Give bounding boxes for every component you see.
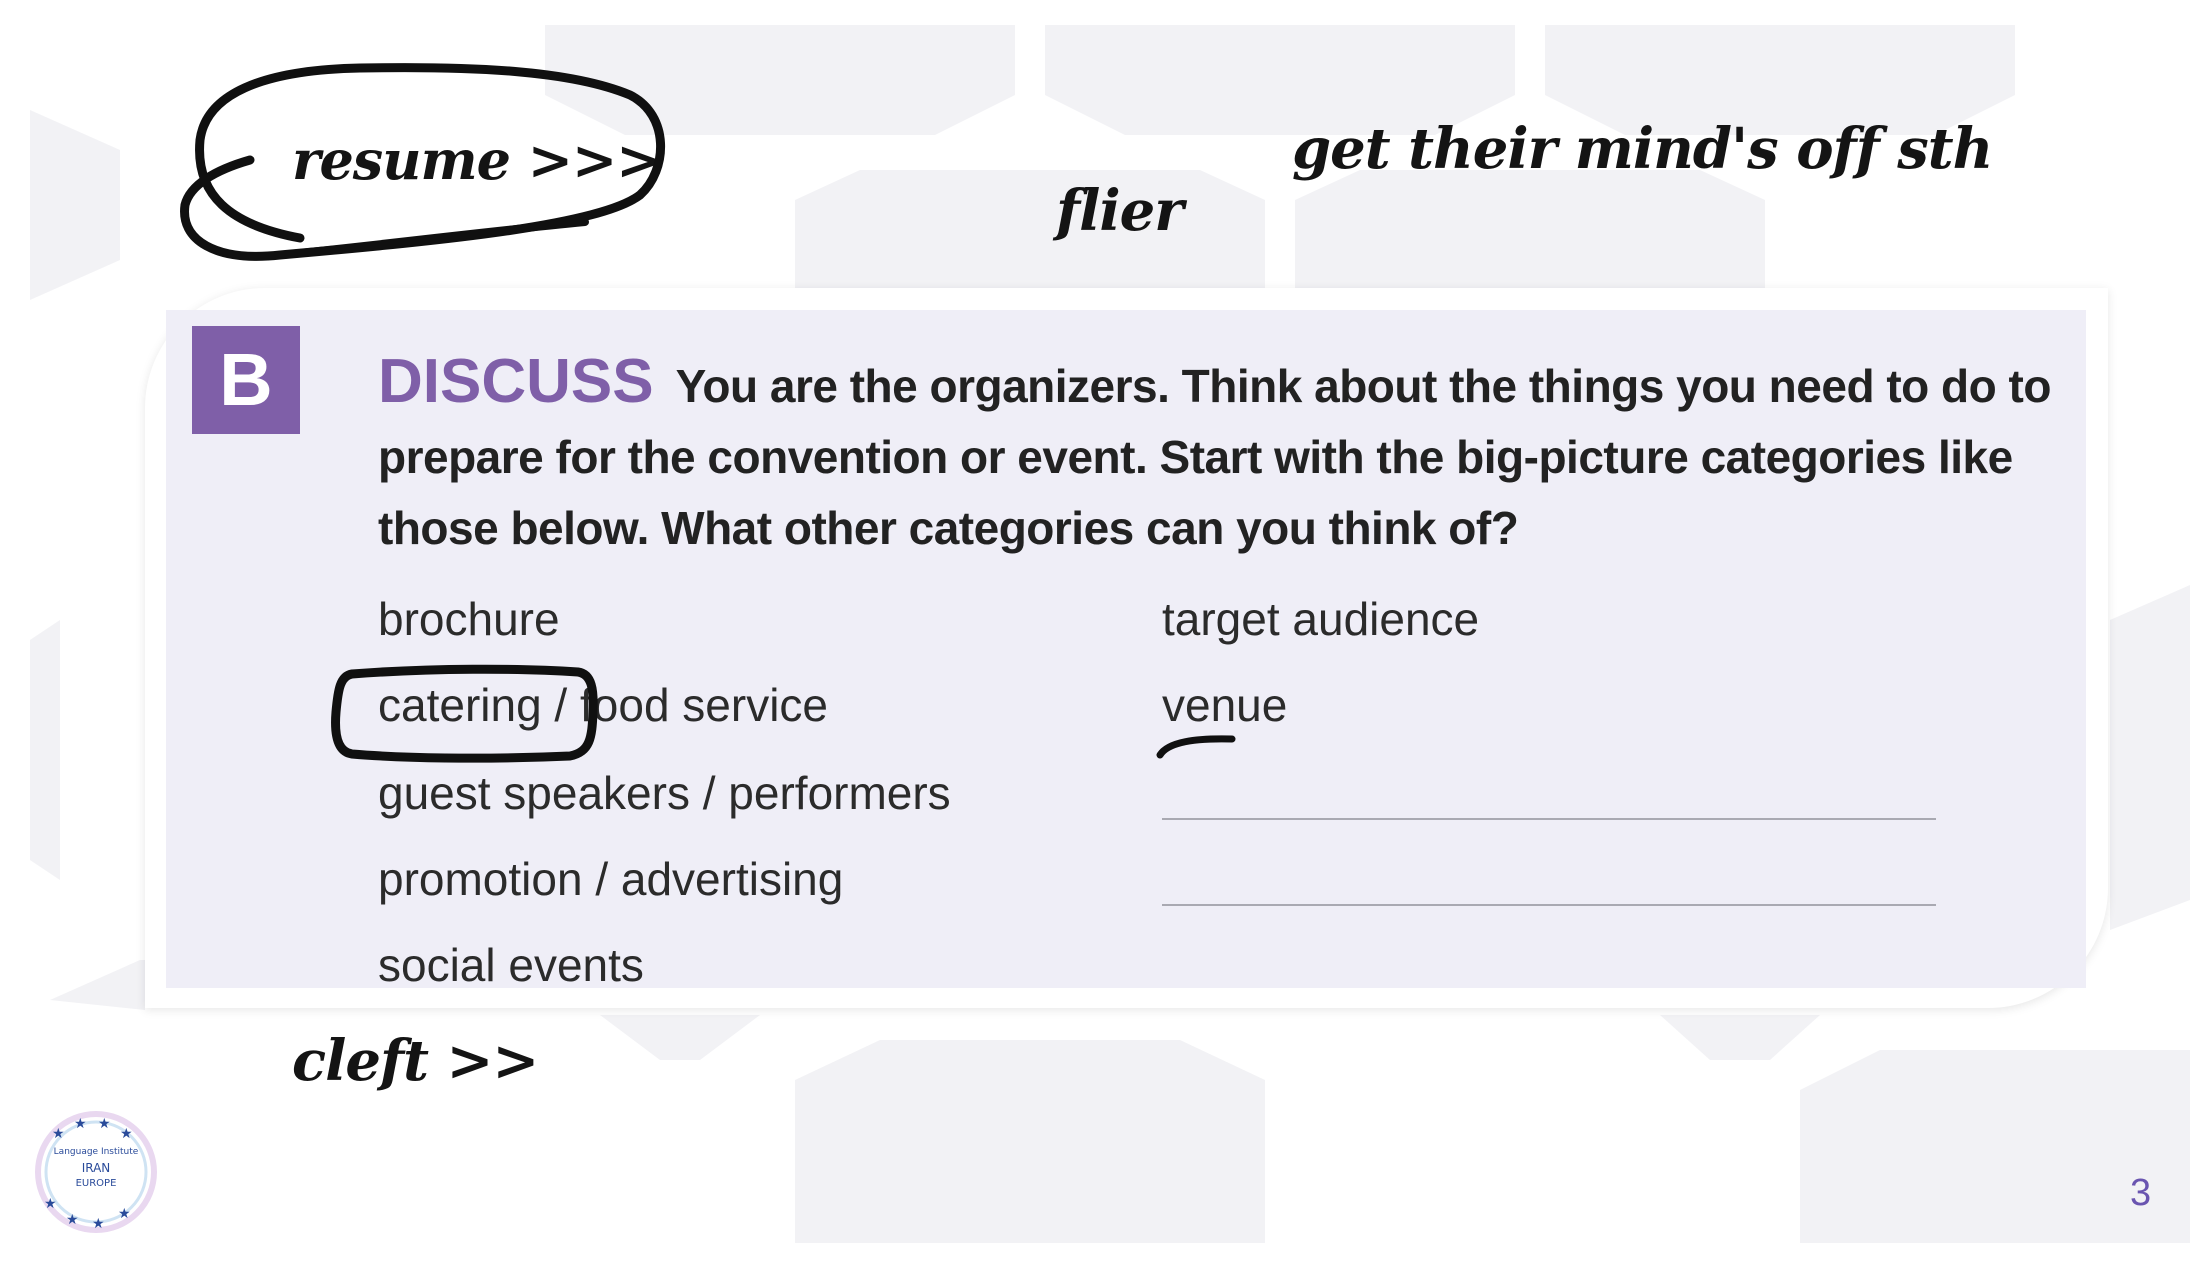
bg-hex-shape <box>545 25 1015 135</box>
handwritten-note-resume: resume >>> <box>292 128 662 192</box>
category-left-5: social events <box>378 939 644 988</box>
logo-text-line-2: IRAN <box>82 1161 111 1175</box>
logo-text-line-1: Language Institute <box>54 1147 139 1157</box>
logo-star: ★ <box>52 1126 65 1142</box>
handwritten-note-mind: get their mind's off sth <box>1292 116 1993 182</box>
logo-star: ★ <box>74 1116 87 1132</box>
category-right-2: venue <box>1162 679 1288 731</box>
exercise-panel: B DISCUSS You are the organizers. Think a… <box>166 310 2086 988</box>
bg-hex-shape <box>795 170 1265 300</box>
logo-text-line-3: EUROPE <box>76 1178 117 1189</box>
handwritten-note-flier: flier <box>1056 178 1184 244</box>
page-number: 3 <box>2130 1172 2152 1214</box>
logo-star: ★ <box>118 1206 131 1222</box>
logo-star: ★ <box>92 1216 105 1232</box>
exercise-prompt: DISCUSS You are the organizers. Think abo… <box>378 346 2058 564</box>
category-left-1: brochure <box>378 593 560 645</box>
exercise-heading: DISCUSS <box>378 347 654 416</box>
bg-hex-shape <box>1660 1015 1820 1060</box>
logo-star: ★ <box>120 1126 133 1142</box>
bg-hex-shape <box>1295 170 1765 300</box>
category-left-4: promotion / advertising <box>378 853 844 905</box>
handwritten-note-cleft: cleft >> <box>292 1028 539 1094</box>
answer-blank-1[interactable] <box>1162 818 1936 820</box>
category-right-1: target audience <box>1162 593 1480 645</box>
logo-star: ★ <box>98 1116 111 1132</box>
bg-hex-shape <box>30 620 60 880</box>
bg-hex-shape <box>2110 585 2190 930</box>
bg-hex-shape <box>795 1040 1265 1243</box>
bg-hex-shape <box>600 1015 760 1060</box>
answer-blank-2[interactable] <box>1162 904 1936 906</box>
category-left-2: catering / food service <box>378 679 829 731</box>
logo-star: ★ <box>44 1196 57 1212</box>
bg-hex-shape <box>50 960 145 1010</box>
category-left-3: guest speakers / performers <box>378 767 951 819</box>
star-circle-logo-icon: ★ ★ ★ ★ ★ ★ ★ ★ Language Institute IRAN … <box>35 1111 157 1233</box>
bg-hex-shape <box>30 110 120 300</box>
exercise-letter-badge: B <box>192 326 300 434</box>
logo-star: ★ <box>66 1212 79 1228</box>
